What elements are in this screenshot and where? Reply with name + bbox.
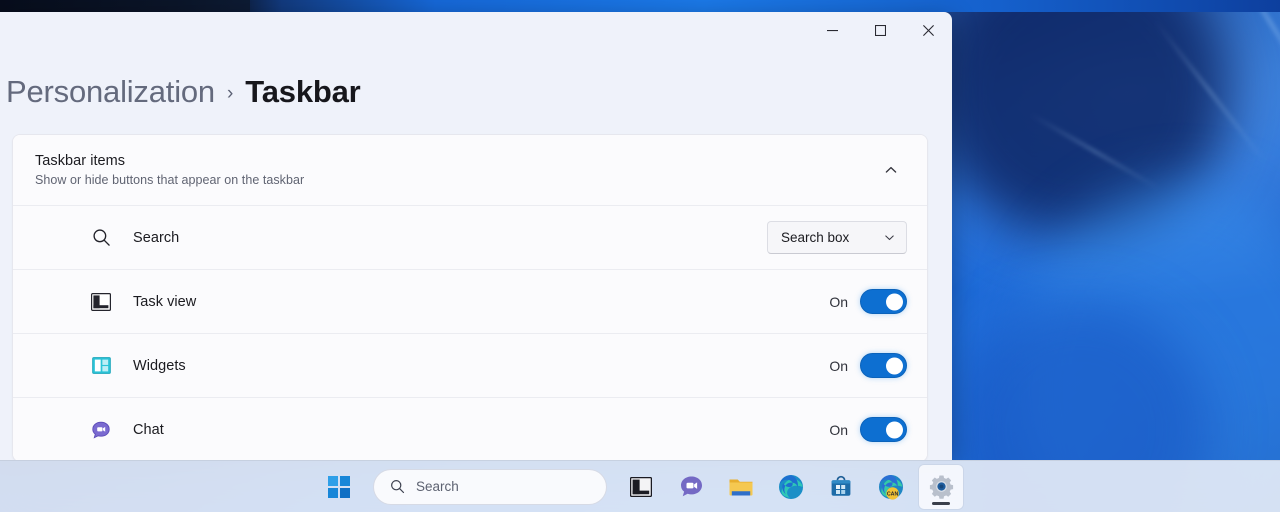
- taskbar: Search: [0, 460, 1280, 512]
- collapse-card-button[interactable]: [875, 154, 907, 186]
- chevron-down-icon: [884, 232, 895, 243]
- maximize-button[interactable]: [856, 12, 904, 48]
- search-icon: [390, 479, 405, 494]
- card-header-text: Taskbar items Show or hide buttons that …: [35, 153, 875, 187]
- task-view-icon: [87, 288, 115, 316]
- maximize-icon: [875, 25, 886, 36]
- page-title: Taskbar: [245, 74, 360, 110]
- setting-control-task-view: On: [829, 289, 907, 314]
- search-icon: [87, 224, 115, 252]
- taskbar-item-edge[interactable]: [769, 465, 813, 509]
- setting-label-chat: Chat: [133, 422, 829, 438]
- toggle-knob: [886, 357, 903, 374]
- window-controls: [808, 12, 952, 48]
- taskbar-item-microsoft-store[interactable]: [819, 465, 863, 509]
- toggle-knob: [886, 293, 903, 310]
- gear-icon: [929, 474, 954, 499]
- window-title-bar: [0, 12, 952, 60]
- toggle-knob: [886, 421, 903, 438]
- setting-row-task-view: Task view On: [13, 269, 927, 333]
- task-view-toggle[interactable]: [860, 289, 907, 314]
- widgets-icon: [87, 352, 115, 380]
- edge-canary-icon: CAN: [878, 474, 904, 500]
- settings-window: Personalization › Taskbar Taskbar items …: [0, 12, 952, 460]
- minimize-button[interactable]: [808, 12, 856, 48]
- taskbar-search-box[interactable]: Search: [373, 469, 607, 505]
- chat-toggle-state: On: [829, 422, 848, 438]
- setting-control-widgets: On: [829, 353, 907, 378]
- setting-label-search: Search: [133, 230, 767, 246]
- setting-label-task-view: Task view: [133, 294, 829, 310]
- taskbar-item-settings[interactable]: [919, 465, 963, 509]
- widgets-toggle-state: On: [829, 358, 848, 374]
- card-subtitle: Show or hide buttons that appear on the …: [35, 173, 875, 187]
- minimize-icon: [827, 25, 838, 36]
- setting-row-search: Search Search box: [13, 205, 927, 269]
- close-icon: [923, 25, 934, 36]
- setting-row-widgets: Widgets On: [13, 333, 927, 397]
- wallpaper-top-band-dark: [0, 0, 250, 12]
- taskbar-items-card: Taskbar items Show or hide buttons that …: [12, 134, 928, 460]
- windows-logo-icon: [328, 476, 350, 498]
- chevron-up-icon: [884, 163, 898, 177]
- search-mode-dropdown[interactable]: Search box: [767, 221, 907, 254]
- setting-control-search: Search box: [767, 221, 907, 254]
- chat-toggle[interactable]: [860, 417, 907, 442]
- taskbar-search-placeholder: Search: [416, 479, 459, 494]
- svg-text:CAN: CAN: [887, 491, 899, 497]
- taskbar-item-task-view[interactable]: [619, 465, 663, 509]
- setting-label-widgets: Widgets: [133, 358, 829, 374]
- chat-icon: [679, 474, 704, 499]
- edge-icon: [778, 474, 804, 500]
- widgets-toggle[interactable]: [860, 353, 907, 378]
- folder-icon: [728, 475, 754, 499]
- search-mode-value: Search box: [781, 230, 849, 245]
- task-view-toggle-state: On: [829, 294, 848, 310]
- taskbar-item-edge-canary[interactable]: CAN: [869, 465, 913, 509]
- setting-control-chat: On: [829, 417, 907, 442]
- close-button[interactable]: [904, 12, 952, 48]
- breadcrumb-parent-link[interactable]: Personalization: [6, 74, 215, 110]
- chat-icon: [87, 416, 115, 444]
- start-button[interactable]: [317, 465, 361, 509]
- store-bag-icon: [829, 475, 853, 499]
- taskbar-item-chat[interactable]: [669, 465, 713, 509]
- taskbar-item-file-explorer[interactable]: [719, 465, 763, 509]
- setting-row-chat: Chat On: [13, 397, 927, 460]
- breadcrumb-separator-icon: ›: [227, 83, 233, 105]
- task-view-icon: [630, 477, 652, 497]
- card-title: Taskbar items: [35, 153, 875, 169]
- breadcrumb: Personalization › Taskbar: [0, 60, 952, 134]
- desktop: Personalization › Taskbar Taskbar items …: [0, 0, 1280, 512]
- card-header[interactable]: Taskbar items Show or hide buttons that …: [13, 135, 927, 205]
